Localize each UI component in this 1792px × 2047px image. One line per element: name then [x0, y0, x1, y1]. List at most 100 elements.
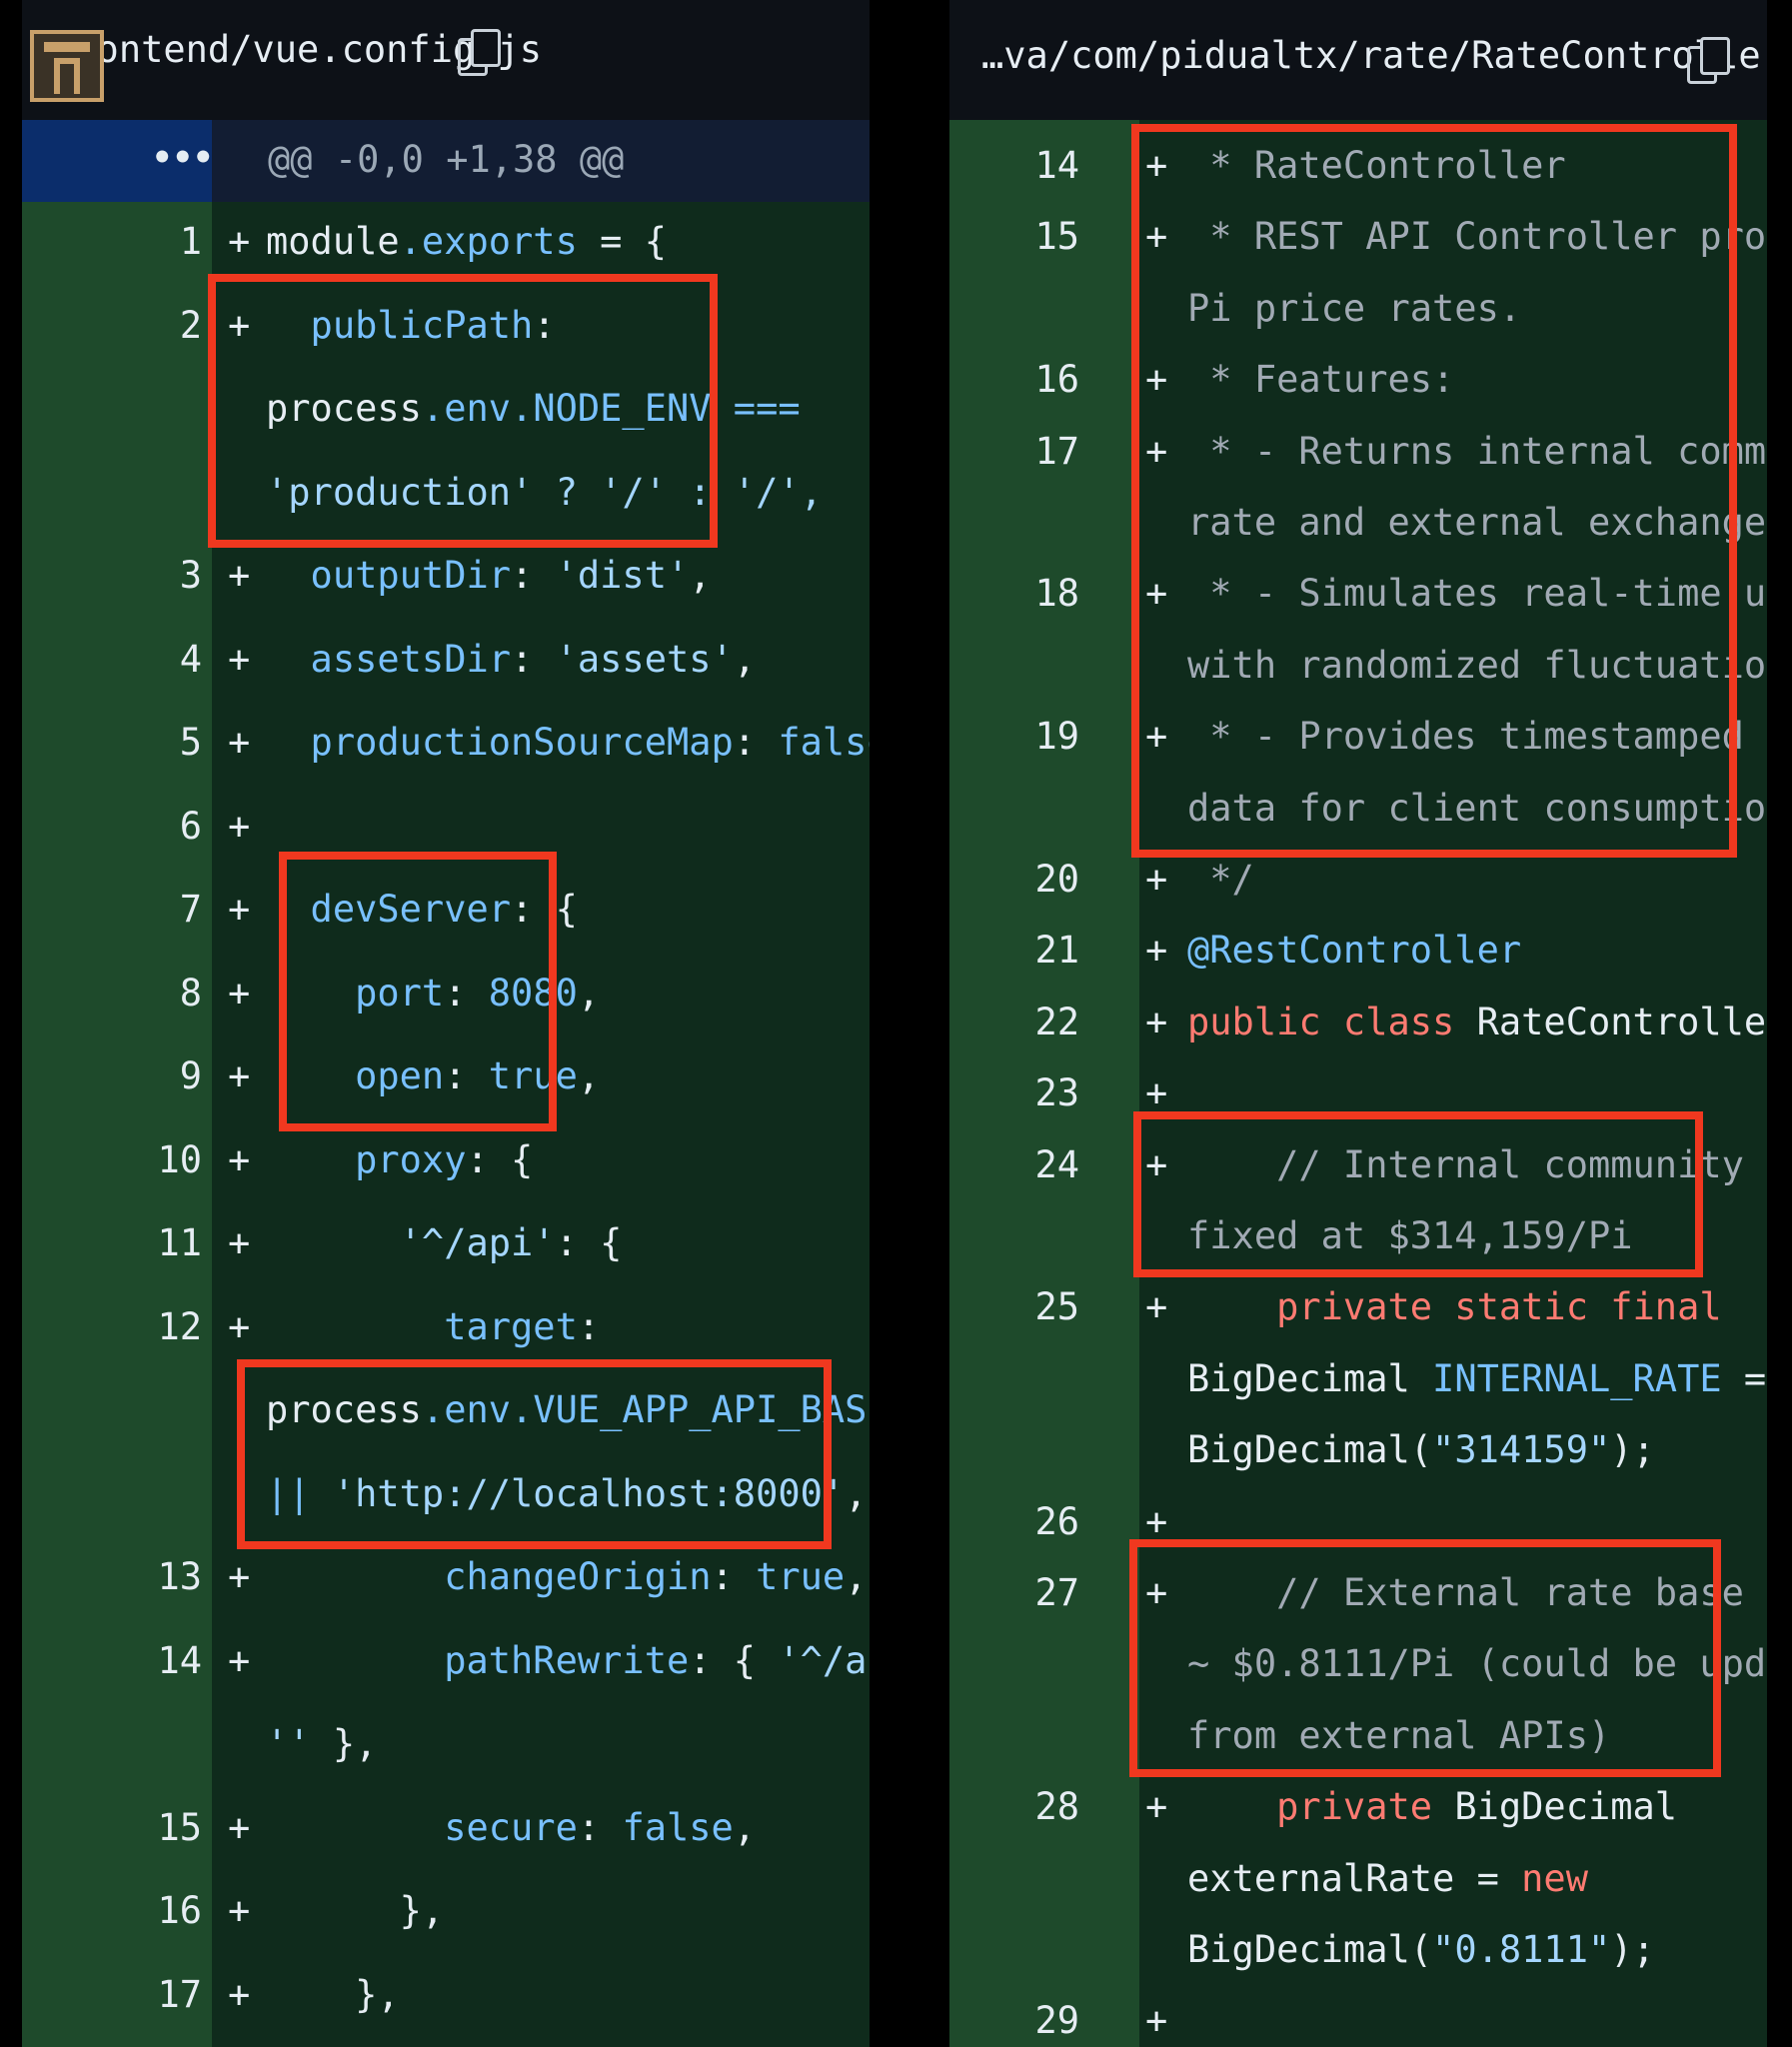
line-number[interactable]: 11 [72, 1221, 202, 1264]
code-token: : { [466, 1137, 534, 1181]
code-token: false [778, 721, 870, 764]
code-token: '' [266, 1722, 333, 1765]
code-token: "0.8111" [1432, 1928, 1611, 1971]
highlight-box [1131, 124, 1737, 858]
line-number[interactable]: 5 [72, 721, 202, 764]
line-number[interactable]: 14 [949, 144, 1079, 187]
added-line-marker: + [1145, 929, 1168, 973]
code-token: = [1743, 1356, 1767, 1400]
code-token: : [511, 554, 556, 597]
code-token: ); [1610, 1928, 1655, 1971]
line-number[interactable]: 21 [949, 929, 1079, 972]
right-file-header: …va/com/pidualtx/rate/RateController.jav… [949, 0, 1767, 122]
code-token: , [577, 971, 601, 1015]
line-number[interactable]: 28 [949, 1785, 1079, 1828]
code-token: pathRewrite [266, 1638, 690, 1682]
code-token: : { [689, 1638, 779, 1682]
line-number[interactable]: 1 [72, 220, 202, 263]
line-number[interactable]: 6 [72, 805, 202, 848]
code-text: outputDir: 'dist', [266, 554, 712, 597]
added-line-marker: + [228, 721, 251, 764]
code-token: }, [332, 1722, 378, 1765]
app-logo-icon [30, 30, 104, 102]
line-number[interactable]: 3 [72, 554, 202, 597]
code-token: }, [266, 1889, 445, 1932]
right-file-path[interactable]: …va/com/pidualtx/rate/RateController.jav… [981, 34, 1767, 77]
code-token: public class [1187, 1000, 1477, 1043]
line-number[interactable]: 20 [949, 858, 1079, 901]
code-text: productionSourceMap: false, [266, 721, 870, 764]
code-token: RateController { [1476, 1000, 1767, 1043]
code-token: : [577, 1304, 601, 1348]
code-token: , [845, 1471, 868, 1515]
highlight-box [279, 852, 557, 1131]
code-token: , [845, 1555, 868, 1598]
line-number[interactable]: 18 [949, 572, 1079, 615]
line-number[interactable]: 16 [949, 358, 1079, 401]
code-token: 'assets' [555, 637, 734, 681]
code-token: '^/api' [399, 1221, 556, 1264]
line-number[interactable]: 15 [949, 215, 1079, 258]
line-number[interactable]: 19 [949, 715, 1079, 758]
line-number[interactable]: 9 [72, 1054, 202, 1097]
code-text: BigDecimal INTERNAL_RATE = new [1187, 1357, 1767, 1400]
code-token: : { [555, 1221, 623, 1264]
code-token: INTERNAL_RATE [1432, 1356, 1722, 1400]
line-number[interactable]: 15 [72, 1806, 202, 1849]
added-line-marker: + [228, 220, 251, 263]
line-number[interactable]: 24 [949, 1143, 1079, 1186]
code-token: secure [266, 1805, 578, 1849]
code-token: : [733, 721, 779, 764]
added-line-marker: + [228, 971, 251, 1015]
line-number[interactable]: 25 [949, 1285, 1079, 1328]
line-number[interactable]: 10 [72, 1138, 202, 1181]
code-token: @RestController [1187, 929, 1522, 973]
line-number[interactable]: 17 [949, 430, 1079, 473]
code-text: */ [1187, 858, 1254, 901]
line-number[interactable]: 17 [72, 1973, 202, 2016]
code-text: changeOrigin: true, [266, 1555, 867, 1598]
code-token: BigDecimal( [1187, 1428, 1433, 1472]
code-token: BigDecimal [1187, 1356, 1433, 1400]
added-line-marker: + [228, 888, 251, 931]
added-line-marker: + [228, 1805, 251, 1849]
line-number[interactable]: 23 [949, 1071, 1079, 1114]
line-number[interactable]: 14 [72, 1639, 202, 1682]
code-token: = { [577, 220, 667, 263]
expand-dots-icon[interactable]: ••• [152, 138, 213, 178]
line-number[interactable]: 2 [72, 304, 202, 347]
added-line-marker: + [228, 1304, 251, 1348]
line-number[interactable]: 27 [949, 1571, 1079, 1614]
code-token: , [733, 637, 757, 681]
line-number[interactable]: 26 [949, 1500, 1079, 1543]
left-file-header: frontend/vue.config.js [22, 0, 870, 122]
line-number[interactable]: 7 [72, 888, 202, 931]
code-token: outputDir [266, 554, 512, 597]
copy-path-icon[interactable] [1687, 37, 1730, 84]
copy-path-icon[interactable] [458, 29, 501, 76]
highlight-box [1129, 1539, 1721, 1777]
added-line-marker: + [228, 804, 251, 848]
code-text: assetsDir: 'assets', [266, 637, 757, 681]
line-number[interactable]: 12 [72, 1305, 202, 1348]
code-token: proxy [266, 1137, 467, 1181]
line-number[interactable]: 8 [72, 972, 202, 1015]
code-token: private [1187, 1785, 1455, 1829]
code-text: @RestController [1187, 929, 1521, 972]
code-token: : [577, 1805, 623, 1849]
added-line-marker: + [1145, 1285, 1168, 1329]
added-line-marker: + [228, 1972, 251, 2016]
line-number[interactable]: 16 [72, 1889, 202, 1932]
line-number[interactable]: 22 [949, 1001, 1079, 1043]
added-line-marker: + [1145, 1499, 1168, 1543]
code-text: private BigDecimal [1187, 1785, 1677, 1828]
line-number[interactable]: 29 [949, 1999, 1079, 2042]
line-number[interactable]: 13 [72, 1555, 202, 1598]
code-token: , [577, 1054, 601, 1097]
highlight-box [237, 1359, 832, 1549]
code-token: private static final [1187, 1285, 1722, 1329]
line-number[interactable]: 4 [72, 638, 202, 681]
code-text: private static final [1187, 1285, 1722, 1328]
code-token: ); [1610, 1428, 1655, 1472]
